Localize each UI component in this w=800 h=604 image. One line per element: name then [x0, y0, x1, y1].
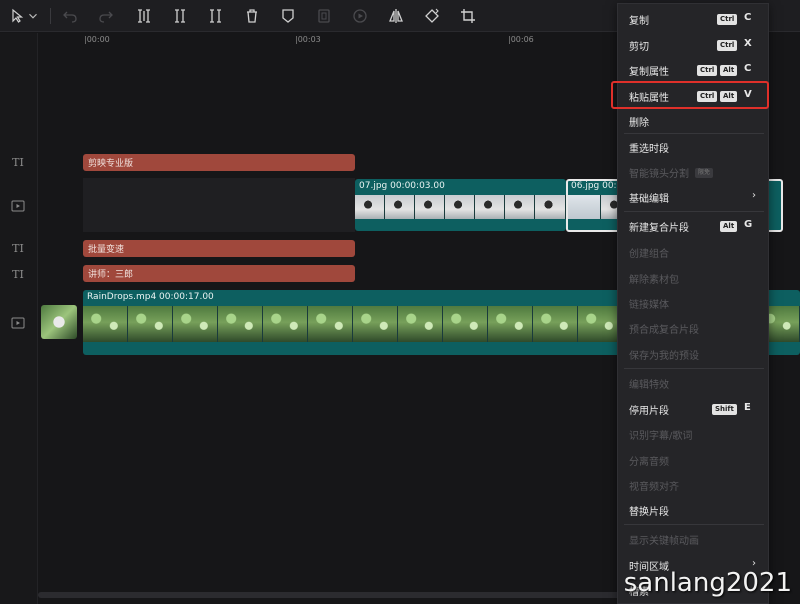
kbd-alt: Alt — [720, 65, 738, 76]
text-track-icon-2[interactable]: TI — [7, 240, 29, 256]
video-clip-07[interactable]: 07.jpg 00:00:03.00 — [355, 179, 566, 231]
kbd-key: C — [744, 63, 752, 74]
menu-link-media-label: 链接媒体 — [629, 300, 669, 311]
text-clip-lecturer[interactable]: 讲师：三郎 — [83, 265, 355, 282]
paste-attributes-highlight — [611, 81, 769, 109]
chevron-right-icon: › — [752, 190, 756, 201]
kbd-ctrl: Ctrl — [717, 40, 738, 51]
mirror-icon[interactable] — [384, 4, 408, 28]
menu-replace-clip[interactable]: 替换片段 — [618, 497, 770, 522]
menu-delete-label: 删除 — [629, 118, 649, 129]
undo-icon[interactable] — [58, 4, 82, 28]
menu-precompose-label: 预合成复合片段 — [629, 325, 699, 336]
menu-smart-split: 智能镜头分割 限免 — [618, 159, 770, 184]
text-track-glyph: TI — [12, 155, 24, 169]
split-left-icon[interactable] — [168, 4, 192, 28]
rotate-icon[interactable] — [420, 4, 444, 28]
menu-replace-clip-label: 替换片段 — [629, 507, 669, 518]
kbd-ctrl: Ctrl — [697, 65, 718, 76]
menu-save-preset: 保存为我的预设 — [618, 341, 770, 366]
menu-create-group: 创建组合 — [618, 239, 770, 264]
text-track-icon[interactable]: TI — [7, 154, 29, 170]
kbd-alt: Alt — [720, 221, 738, 232]
toolbar-divider — [50, 8, 51, 24]
main-video-clip-label: RainDrops.mp4 00:00:17.00 — [87, 292, 214, 302]
kbd-ctrl: Ctrl — [717, 14, 738, 25]
menu-basic-edit[interactable]: 基础编辑 › — [618, 184, 770, 209]
play-icon[interactable] — [348, 4, 372, 28]
menu-copy-attributes[interactable]: 复制属性 Ctrl Alt C — [618, 57, 770, 82]
menu-copy[interactable]: 复制 Ctrl C — [618, 6, 770, 31]
menu-create-group-label: 创建组合 — [629, 249, 669, 260]
video-clip-07-thumbs — [355, 195, 566, 219]
menu-new-compound-clip[interactable]: 新建复合片段 Alt G — [618, 213, 770, 238]
crop-icon[interactable] — [456, 4, 480, 28]
menu-copy-label: 复制 — [629, 16, 649, 27]
menu-copy-attributes-label: 复制属性 — [629, 67, 669, 78]
kbd-shift: Shift — [712, 404, 737, 415]
menu-cut-label: 剪切 — [629, 42, 649, 53]
text-track-glyph: TI — [12, 267, 24, 281]
text-clip-label: 讲师：三郎 — [88, 270, 134, 280]
menu-separate-audio: 分离音频 — [618, 447, 770, 472]
menu-reselect-range[interactable]: 重选时段 — [618, 134, 770, 159]
split-icon[interactable] — [132, 4, 156, 28]
watermark-text: sanlang2021 — [623, 568, 792, 598]
menu-reselect-label: 重选时段 — [629, 144, 669, 155]
menu-disable-clip[interactable]: 停用片段 Shift E — [618, 396, 770, 421]
menu-recognize-lyrics: 识别字幕/歌词 — [618, 421, 770, 446]
menu-show-keyframes-label: 显示关键帧动画 — [629, 536, 699, 547]
text-clip-speed[interactable]: 批量变速 — [83, 240, 355, 257]
video-clip-07-label: 07.jpg 00:00:03.00 — [359, 181, 445, 191]
track-header-column: TI TI TI — [0, 33, 38, 604]
ruler-label-0: |00:00 — [84, 35, 110, 44]
menu-unpack-label: 解除素材包 — [629, 275, 679, 286]
kbd-key: G — [744, 219, 753, 230]
menu-edit-effect: 编辑特效 — [618, 370, 770, 395]
text-track-glyph: TI — [12, 241, 24, 255]
menu-separator — [624, 368, 764, 369]
menu-recognize-lyrics-label: 识别字幕/歌词 — [629, 431, 693, 442]
menu-smart-split-label: 智能镜头分割 — [629, 169, 689, 180]
main-track-icon[interactable] — [7, 315, 29, 331]
dropdown-icon[interactable] — [26, 4, 40, 28]
menu-save-preset-label: 保存为我的预设 — [629, 351, 699, 362]
split-right-icon[interactable] — [204, 4, 228, 28]
menu-separate-audio-label: 分离音频 — [629, 457, 669, 468]
video-track-icon[interactable] — [7, 198, 29, 214]
video-track-empty — [83, 178, 355, 232]
menu-disable-clip-label: 停用片段 — [629, 406, 669, 417]
kbd-key: E — [744, 402, 751, 413]
text-track-icon-3[interactable]: TI — [7, 266, 29, 282]
main-track-cover[interactable] — [41, 305, 77, 339]
redo-icon[interactable] — [94, 4, 118, 28]
menu-new-compound-label: 新建复合片段 — [629, 223, 689, 234]
freeze-icon[interactable] — [312, 4, 336, 28]
menu-av-align: 视音频对齐 — [618, 472, 770, 497]
ruler-label-6: |00:06 — [508, 35, 534, 44]
menu-link-media: 链接媒体 — [618, 290, 770, 315]
menu-cut[interactable]: 剪切 Ctrl X — [618, 32, 770, 57]
text-clip-label: 剪映专业版 — [88, 159, 134, 169]
kbd-key: X — [744, 38, 752, 49]
menu-separator — [624, 524, 764, 525]
menu-unpack-material: 解除素材包 — [618, 265, 770, 290]
menu-av-align-label: 视音频对齐 — [629, 482, 679, 493]
text-clip-jianying[interactable]: 剪映专业版 — [83, 154, 355, 171]
ruler-label-3: |00:03 — [295, 35, 321, 44]
kbd-key: C — [744, 12, 752, 23]
menu-separator — [624, 211, 764, 212]
text-clip-label: 批量变速 — [88, 245, 125, 255]
delete-icon[interactable] — [240, 4, 264, 28]
free-badge: 限免 — [695, 168, 714, 178]
menu-basic-edit-label: 基础编辑 — [629, 194, 669, 205]
menu-precompose: 预合成复合片段 — [618, 315, 770, 340]
menu-delete[interactable]: 删除 — [618, 108, 770, 133]
menu-show-keyframes: 显示关键帧动画 — [618, 526, 770, 551]
marker-icon[interactable] — [276, 4, 300, 28]
menu-edit-effect-label: 编辑特效 — [629, 380, 669, 391]
